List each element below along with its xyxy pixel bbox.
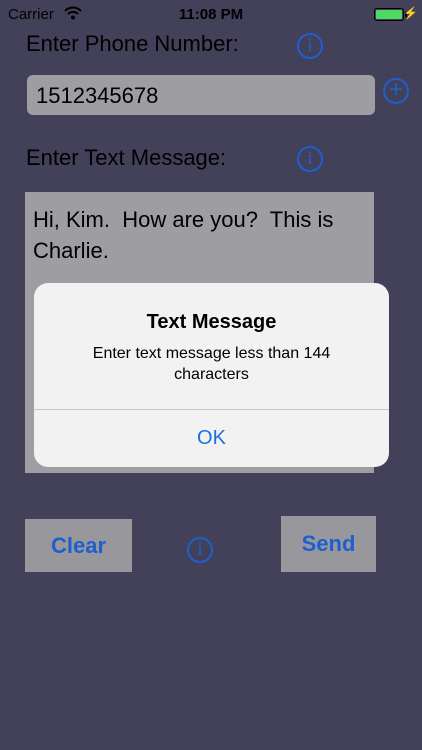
message-info-icon[interactable]: i: [297, 146, 323, 172]
status-bar: Carrier 11:08 PM ⚡: [0, 0, 422, 30]
alert-message: Enter text message less than 144 charact…: [92, 345, 331, 383]
battery-icon: [374, 8, 404, 21]
charging-icon: ⚡: [403, 6, 418, 20]
alert-title: Text Message: [146, 311, 277, 333]
phone-number-input[interactable]: 1512345678: [27, 75, 375, 115]
clear-button[interactable]: Clear: [25, 519, 132, 572]
phone-label: Enter Phone Number:: [26, 31, 239, 56]
send-button[interactable]: Send: [281, 516, 376, 572]
message-label: Enter Text Message:: [26, 145, 227, 170]
add-contact-icon[interactable]: +: [383, 78, 409, 104]
ok-button[interactable]: OK: [34, 410, 389, 467]
phone-info-icon[interactable]: i: [297, 33, 323, 59]
alert-dialog: Text Message Enter text message less tha…: [34, 283, 389, 467]
bottom-info-icon[interactable]: i: [187, 537, 213, 563]
status-time: 11:08 PM: [178, 6, 244, 23]
